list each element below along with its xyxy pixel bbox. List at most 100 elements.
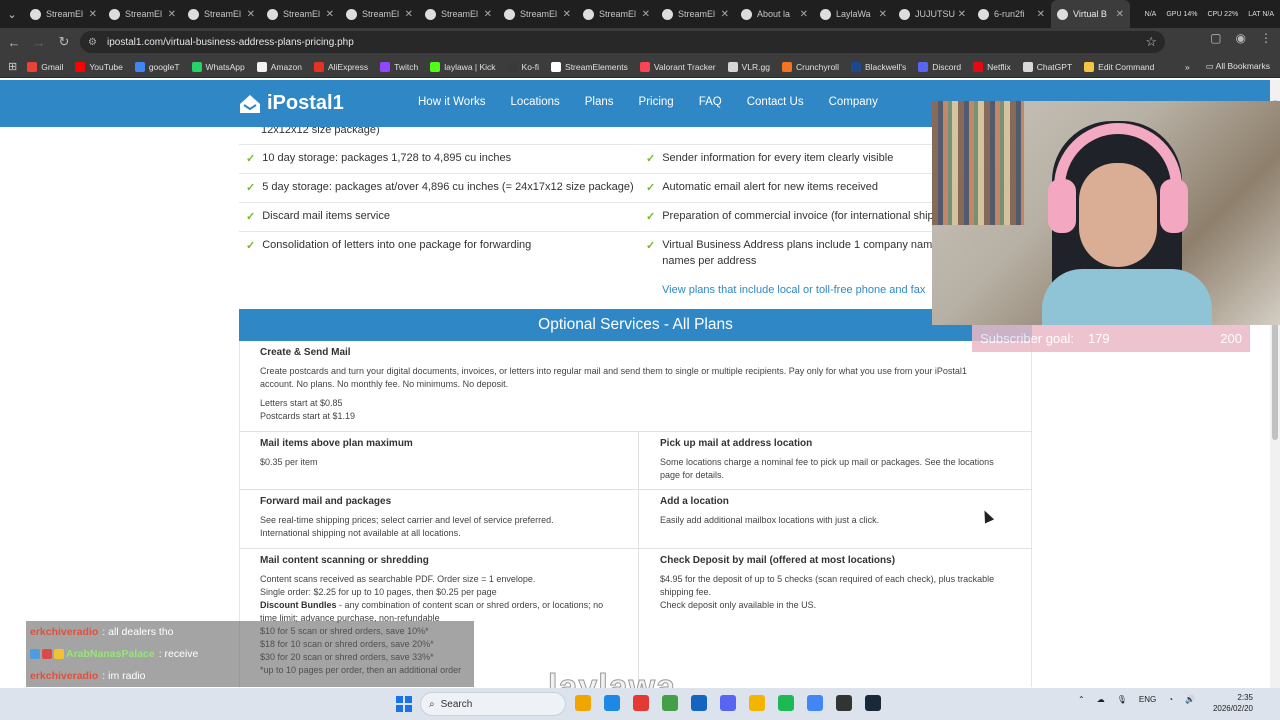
close-tab-icon[interactable]: ✕ bbox=[563, 9, 571, 20]
close-tab-icon[interactable]: ✕ bbox=[484, 9, 492, 20]
browser-tab[interactable]: StreamEl ✕ bbox=[182, 0, 261, 28]
taskbar-app-icon[interactable] bbox=[865, 695, 881, 711]
chat-username: erkchiveradio bbox=[30, 670, 99, 682]
forward-icon[interactable]: → bbox=[28, 31, 50, 53]
taskbar-app-icon[interactable] bbox=[604, 695, 620, 711]
browser-tab[interactable]: StreamEl ✕ bbox=[498, 0, 577, 28]
close-tab-icon[interactable]: ✕ bbox=[800, 9, 808, 20]
browser-tab[interactable]: Virtual B ✕ bbox=[1051, 0, 1130, 28]
taskbar-search[interactable]: ⌕ Search bbox=[420, 692, 566, 716]
volume-icon[interactable]: 🔊 bbox=[1185, 695, 1195, 704]
nav-link[interactable]: Plans bbox=[585, 96, 614, 108]
bookmark-item[interactable]: WhatsApp bbox=[191, 61, 245, 72]
close-tab-icon[interactable]: ✕ bbox=[958, 9, 966, 20]
close-tab-icon[interactable]: ✕ bbox=[1037, 9, 1045, 20]
taskbar-clock[interactable]: 2:35 2026/02/20 bbox=[1205, 692, 1253, 714]
taskbar-app-icon[interactable] bbox=[778, 695, 794, 711]
browser-tab[interactable]: StreamEl ✕ bbox=[419, 0, 498, 28]
back-icon[interactable]: ← bbox=[3, 31, 25, 53]
bookmark-item[interactable]: VLR.gg bbox=[727, 61, 770, 72]
taskbar-app-icon[interactable] bbox=[662, 695, 678, 711]
tab-search-dropdown-icon[interactable]: ⌄ bbox=[0, 0, 24, 28]
feature-text: 10 day storage: packages 1,728 to 4,895 … bbox=[262, 152, 512, 164]
browser-tab[interactable]: 6-run2fi ✕ bbox=[972, 0, 1051, 28]
taskbar-app-icon[interactable] bbox=[633, 695, 649, 711]
bookmark-item[interactable]: Crunchyroll bbox=[781, 61, 839, 72]
close-tab-icon[interactable]: ✕ bbox=[326, 9, 334, 20]
ipostal1-logo[interactable]: iPostal1 bbox=[238, 92, 344, 115]
bookmark-item[interactable]: Twitch bbox=[380, 61, 418, 72]
network-icon[interactable]: ☁ bbox=[1097, 695, 1105, 704]
extensions-icon[interactable]: ▢ bbox=[1210, 31, 1221, 45]
browser-tab[interactable]: StreamEl ✕ bbox=[340, 0, 419, 28]
bookmark-item[interactable]: laylawa | Kick bbox=[430, 61, 496, 72]
close-tab-icon[interactable]: ✕ bbox=[89, 9, 97, 20]
nav-link[interactable]: Company bbox=[829, 96, 878, 108]
deposit-text: $4.95 for the deposit of up to 5 checks … bbox=[660, 573, 1020, 612]
taskbar-app-icon[interactable] bbox=[807, 695, 823, 711]
forward-title: Forward mail and packages bbox=[260, 496, 392, 507]
language-indicator[interactable]: ENG bbox=[1139, 695, 1156, 704]
view-phone-fax-plans-link[interactable]: View plans that include local or toll-fr… bbox=[662, 284, 925, 296]
nav-link[interactable]: FAQ bbox=[699, 96, 722, 108]
browser-tab[interactable]: About la ✕ bbox=[735, 0, 814, 28]
check-icon: ✓ bbox=[646, 211, 656, 223]
close-tab-icon[interactable]: ✕ bbox=[405, 9, 413, 20]
bookmark-item[interactable]: StreamElements bbox=[551, 61, 628, 72]
all-bookmarks[interactable]: ▭ All Bookmarks bbox=[1206, 61, 1270, 72]
windows-start-icon[interactable] bbox=[396, 696, 412, 712]
url-text[interactable]: ipostal1.com/virtual-business-address-pl… bbox=[107, 37, 354, 48]
nav-link[interactable]: How it Works bbox=[418, 96, 486, 108]
bookmark-item[interactable]: Netflix bbox=[973, 61, 1011, 72]
more-bookmarks-icon[interactable]: » bbox=[1185, 62, 1190, 72]
profile-avatar-icon[interactable]: ◉ bbox=[1236, 31, 1246, 45]
close-tab-icon[interactable]: ✕ bbox=[879, 9, 887, 20]
bookmark-item[interactable]: Valorant Tracker bbox=[639, 61, 716, 72]
close-tab-icon[interactable]: ✕ bbox=[168, 9, 176, 20]
taskbar-app-icon[interactable] bbox=[749, 695, 765, 711]
close-tab-icon[interactable]: ✕ bbox=[247, 9, 255, 20]
browser-tab[interactable]: LaylaWa ✕ bbox=[814, 0, 893, 28]
browser-tab[interactable]: StreamEl ✕ bbox=[656, 0, 735, 28]
feature-text: 5 day storage: packages at/over 4,896 cu… bbox=[262, 181, 634, 193]
nav-link[interactable]: Contact Us bbox=[747, 96, 804, 108]
site-info-icon[interactable]: ⚙ bbox=[88, 37, 97, 48]
bookmark-item[interactable]: YouTube bbox=[75, 61, 123, 72]
bookmark-item[interactable]: ChatGPT bbox=[1022, 61, 1072, 72]
taskbar-app-icon[interactable] bbox=[575, 695, 591, 711]
nav-link[interactable]: Locations bbox=[511, 96, 560, 108]
nav-link[interactable]: Pricing bbox=[639, 96, 674, 108]
bookmark-item[interactable]: Ko-fi bbox=[507, 61, 539, 72]
browser-tab[interactable]: StreamEl ✕ bbox=[103, 0, 182, 28]
mic-icon[interactable]: 🎙 bbox=[1117, 695, 1127, 704]
address-bar[interactable]: ⚙ ipostal1.com/virtual-business-address-… bbox=[80, 31, 1165, 53]
bookmark-item[interactable]: googleT bbox=[134, 61, 180, 72]
bookmark-item[interactable]: Edit Command bbox=[1084, 61, 1154, 72]
divider bbox=[239, 231, 1032, 232]
divider bbox=[239, 489, 1032, 490]
close-tab-icon[interactable]: ✕ bbox=[1116, 9, 1124, 20]
feature-text: Discard mail items service bbox=[262, 210, 390, 222]
browser-tab[interactable]: StreamEl ✕ bbox=[24, 0, 103, 28]
browser-tab[interactable]: JUJUTSU ✕ bbox=[893, 0, 972, 28]
apps-grid-icon[interactable]: ⊞ bbox=[8, 60, 17, 73]
close-tab-icon[interactable]: ✕ bbox=[721, 9, 729, 20]
wifi-icon[interactable]: ◔ bbox=[1168, 695, 1173, 704]
bookmark-item[interactable]: Amazon bbox=[256, 61, 302, 72]
tray-overflow-icon[interactable]: ⌃ bbox=[1078, 695, 1085, 704]
taskbar-app-icon[interactable] bbox=[720, 695, 736, 711]
menu-icon[interactable]: ⋮ bbox=[1260, 31, 1272, 45]
tab-title: StreamEl bbox=[283, 9, 321, 19]
browser-tab[interactable]: StreamEl ✕ bbox=[261, 0, 340, 28]
bookmark-item[interactable]: Discord bbox=[918, 61, 961, 72]
close-tab-icon[interactable]: ✕ bbox=[642, 9, 650, 20]
bookmark-item[interactable]: Gmail bbox=[27, 61, 63, 72]
bookmark-star-icon[interactable]: ☆ bbox=[1145, 34, 1157, 50]
bookmark-item[interactable]: Blackwell's bbox=[850, 61, 906, 72]
bookmark-item[interactable]: AliExpress bbox=[313, 61, 368, 72]
browser-tab[interactable]: StreamEl ✕ bbox=[577, 0, 656, 28]
taskbar-app-icon[interactable] bbox=[836, 695, 852, 711]
reload-icon[interactable]: ↻ bbox=[53, 31, 75, 53]
taskbar-app-icon[interactable] bbox=[691, 695, 707, 711]
feature-item: ✓ 10 day storage: packages 1,728 to 4,895… bbox=[246, 152, 511, 165]
